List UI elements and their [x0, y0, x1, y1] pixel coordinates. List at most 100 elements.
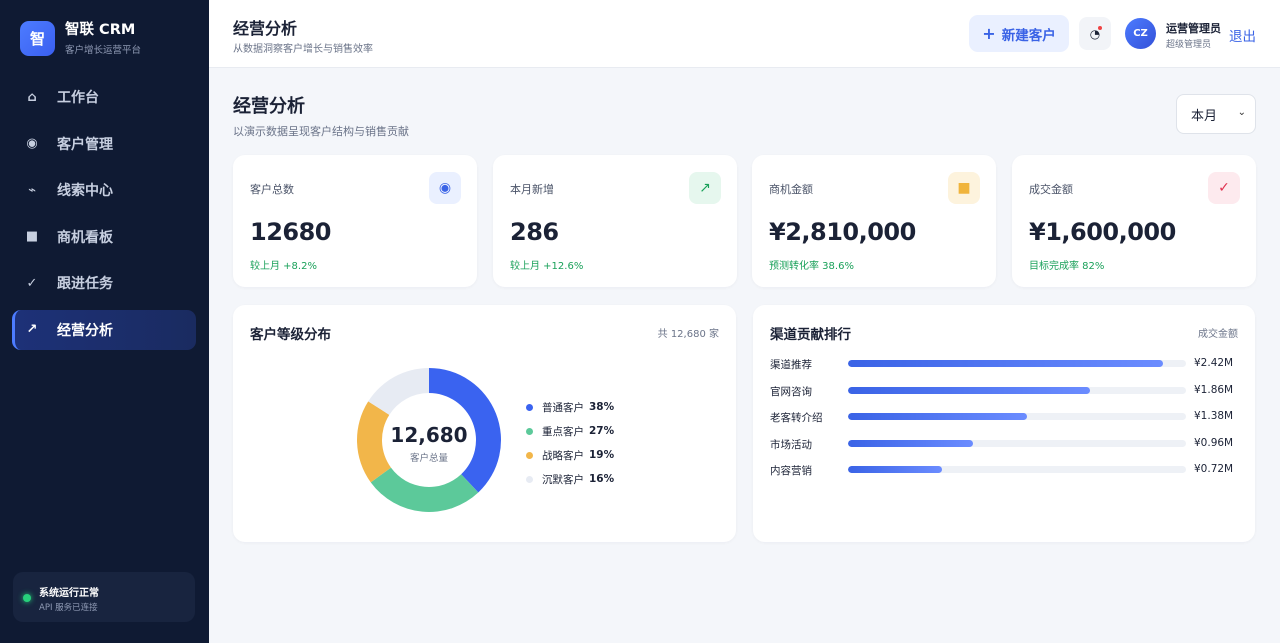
- legend-percent: 38%: [589, 401, 615, 413]
- board-icon: ■: [25, 229, 39, 244]
- distribution-title: 客户等级分布: [250, 327, 331, 343]
- period-selected-value: 本月: [1191, 108, 1218, 124]
- page-subtitle: 以演示数据呈现客户结构与销售贡献: [233, 125, 409, 138]
- status-subtitle: API 服务已连接: [39, 603, 98, 613]
- sidebar: 智 智联 CRM 客户增长运营平台 ⌂ 工作台 ◉ 客户管理 ⌁ 线索中心 ■ 商机看…: [0, 0, 209, 643]
- channel-row: 市场活动 ¥0.96M: [770, 435, 1240, 462]
- chevron-down-icon: ⌄: [1237, 107, 1246, 118]
- sidebar-item-3[interactable]: ■ 商机看板: [12, 217, 196, 257]
- target-icon: ◉: [429, 172, 461, 204]
- status-online-dot: [23, 594, 31, 602]
- sidebar-item-4[interactable]: ✓ 跟进任务: [12, 263, 196, 303]
- channel-value: ¥0.96M: [1194, 436, 1234, 449]
- donut-legend: 普通客户 38% 重点客户 27% 战略客户 19% 沉默客户 16%: [526, 395, 614, 491]
- square-icon: ■: [948, 172, 980, 204]
- stat-trend-note: 目标完成率 82%: [1029, 261, 1105, 272]
- legend-label: 普通客户: [542, 401, 584, 414]
- channel-bar-chart: 渠道推荐 ¥2.42M 官网咨询 ¥1.86M 老客转介绍 ¥1.38M 市场活动 ¥…: [770, 355, 1240, 488]
- channel-label: 渠道推荐: [770, 359, 812, 371]
- legend-item: 普通客户 38%: [526, 395, 614, 419]
- customer-icon: ◉: [26, 136, 38, 151]
- legend-label: 沉默客户: [542, 473, 584, 486]
- new-customer-label: 新建客户: [1001, 27, 1056, 44]
- period-select[interactable]: 本月 ⌄: [1176, 94, 1256, 134]
- donut-center-value: 12,680: [390, 423, 468, 447]
- trend-up-icon: ↗: [689, 172, 721, 204]
- stat-trend-note: 较上月 +8.2%: [250, 261, 317, 272]
- legend-swatch: [526, 403, 533, 411]
- sidebar-item-label: 商机看板: [57, 229, 113, 246]
- stat-value: 12680: [250, 218, 332, 246]
- channel-label: 内容营销: [770, 465, 812, 477]
- notification-button[interactable]: ◔: [1079, 17, 1111, 50]
- top-header: 经营分析 从数据洞察客户增长与销售效率 + 新建客户 ◔ CZ 运营管理员 超级…: [209, 0, 1280, 68]
- legend-percent: 27%: [589, 425, 615, 437]
- stat-card: 本月新增 ↗ 286 较上月 +12.6%: [493, 155, 737, 287]
- stat-value: 286: [510, 218, 559, 246]
- channel-row: 渠道推荐 ¥2.42M: [770, 355, 1240, 382]
- channel-value: ¥1.38M: [1194, 410, 1234, 422]
- channel-bar-track: [848, 360, 1186, 367]
- channel-bar-track: [848, 466, 1186, 473]
- channel-bar: [848, 413, 1028, 420]
- channels-side-label: 成交金额: [1198, 329, 1238, 340]
- legend-percent: 19%: [589, 449, 615, 461]
- channel-label: 官网咨询: [770, 385, 812, 398]
- logout-link[interactable]: 退出: [1229, 25, 1256, 45]
- stat-trend-note: 较上月 +12.6%: [510, 261, 584, 272]
- new-customer-button[interactable]: + 新建客户: [969, 15, 1069, 52]
- brand[interactable]: 智 智联 CRM 客户增长运营平台: [20, 21, 141, 56]
- channels-title: 渠道贡献排行: [770, 327, 851, 343]
- channel-bar-track: [848, 386, 1186, 394]
- stat-value: ¥2,810,000: [769, 218, 916, 246]
- legend-item: 战略客户 19%: [526, 443, 614, 467]
- stat-label: 本月新增: [510, 183, 554, 196]
- channel-value: ¥1.86M: [1194, 383, 1234, 396]
- distribution-total: 共 12,680 家: [657, 329, 719, 340]
- legend-swatch: [526, 451, 533, 459]
- channel-bar-track: [848, 439, 1186, 447]
- stat-card: 客户总数 ◉ 12680 较上月 +8.2%: [233, 155, 477, 287]
- brand-name: 智联 CRM: [65, 22, 136, 38]
- channel-value: ¥2.42M: [1194, 357, 1234, 369]
- channel-row: 老客转介绍 ¥1.38M: [770, 408, 1240, 435]
- legend-label: 战略客户: [542, 449, 584, 462]
- plus-icon: +: [982, 24, 996, 43]
- header-subtitle: 从数据洞察客户增长与销售效率: [233, 44, 373, 55]
- sidebar-item-2[interactable]: ⌁ 线索中心: [12, 170, 196, 210]
- sidebar-nav: ⌂ 工作台 ◉ 客户管理 ⌁ 线索中心 ■ 商机看板 ✓ 跟进任务 ↗ 经营分析: [12, 77, 196, 356]
- leads-icon: ⌁: [28, 182, 36, 198]
- stat-label: 成交金额: [1029, 183, 1073, 196]
- channel-bar: [848, 360, 1163, 367]
- sidebar-item-5[interactable]: ↗ 经营分析: [12, 309, 196, 350]
- sidebar-item-label: 经营分析: [57, 322, 113, 339]
- brand-logo: 智: [20, 21, 55, 56]
- sidebar-item-label: 工作台: [57, 90, 99, 106]
- legend-swatch: [526, 475, 533, 483]
- user-role: 超级管理员: [1166, 40, 1212, 50]
- sidebar-item-label: 客户管理: [57, 136, 113, 153]
- channel-row: 官网咨询 ¥1.86M: [770, 382, 1240, 409]
- channel-bar: [848, 439, 973, 447]
- channel-ranking-card: 渠道贡献排行 成交金额 渠道推荐 ¥2.42M 官网咨询 ¥1.86M 老客转介绍 …: [753, 305, 1255, 542]
- channel-bar: [848, 466, 942, 473]
- page-title: 经营分析: [233, 96, 305, 117]
- avatar[interactable]: CZ: [1125, 18, 1156, 49]
- stat-value: ¥1,600,000: [1029, 218, 1176, 246]
- sidebar-item-label: 跟进任务: [57, 276, 113, 292]
- customer-distribution-card: 客户等级分布 共 12,680 家 12,680 客户总量 普通客户 38% 重…: [233, 305, 736, 542]
- legend-label: 重点客户: [542, 425, 584, 438]
- stat-card: 成交金额 ✓ ¥1,600,000 目标完成率 82%: [1012, 155, 1256, 287]
- donut-center-label: 客户总量: [409, 453, 448, 464]
- channel-row: 内容营销 ¥0.72M: [770, 461, 1240, 488]
- check-icon: ✓: [1208, 172, 1240, 204]
- status-title: 系统运行正常: [39, 588, 99, 599]
- legend-swatch: [526, 427, 533, 435]
- channel-bar-track: [848, 413, 1186, 420]
- sidebar-item-0[interactable]: ⌂ 工作台: [12, 77, 196, 117]
- brand-subtitle: 客户增长运营平台: [65, 45, 142, 56]
- sidebar-item-1[interactable]: ◉ 客户管理: [12, 124, 196, 164]
- stat-trend-note: 预测转化率 38.6%: [769, 261, 854, 272]
- channel-label: 老客转介绍: [770, 412, 823, 424]
- home-icon: ⌂: [27, 89, 37, 105]
